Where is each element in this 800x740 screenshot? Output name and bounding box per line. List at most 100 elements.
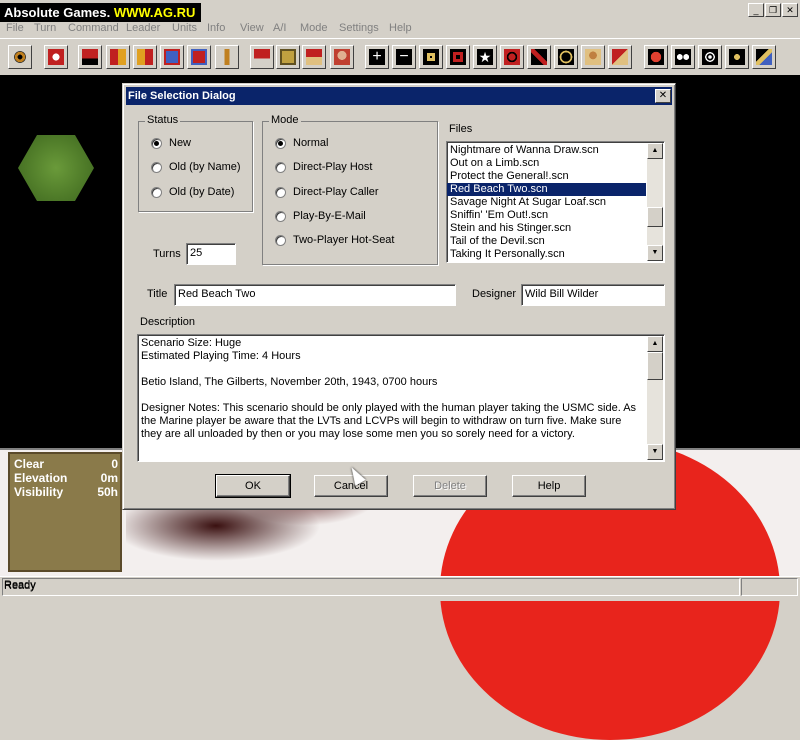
toolbar-figure-icon[interactable] [581,45,605,69]
status-old-by-date-radio[interactable]: Old (by Date) [151,186,234,198]
status-text-label: Ready [4,579,36,591]
toolbar-radar-icon[interactable] [698,45,722,69]
delete-button[interactable]: Delete [413,475,487,497]
file-selection-dialog: File Selection Dialog ✕ Status New Old (… [122,83,676,510]
mode-group: Mode Normal Direct-Play Host Direct-Play… [262,114,438,265]
radio-empty-icon [275,186,286,198]
status-panel-main [2,578,740,596]
files-listbox[interactable]: Nightmare of Wanna Draw.scn Out on a Lim… [446,141,665,263]
file-list-item[interactable]: Savage Night At Sugar Loaf.scn [447,196,664,209]
toolbar-target-icon[interactable] [500,45,524,69]
ok-button[interactable]: OK [215,474,291,498]
toolbar-oval-icon[interactable] [554,45,578,69]
menu-units[interactable]: Units [172,22,197,34]
status-new-radio[interactable]: New [151,137,191,149]
toolbar-leader-portrait-icon[interactable] [330,45,354,69]
file-list-item[interactable]: Taking It Personally.scn [447,248,664,261]
mode-normal-radio[interactable]: Normal [275,137,328,149]
dialog-titlebar[interactable]: File Selection Dialog [126,87,672,105]
title-input[interactable]: Red Beach Two [174,284,456,306]
files-label: Files [449,123,473,135]
terrain-info-panel: Clear 0 Elevation 0m Visibility 50h [8,452,122,572]
status-group: Status New Old (by Name) Old (by Date) [138,114,253,212]
designer-input[interactable]: Wild Bill Wilder [521,284,665,306]
menu-leader[interactable]: Leader [126,22,160,34]
description-line: Betio Island, The Gilberts, November 20t… [141,376,438,388]
menu-info[interactable]: Info [207,22,225,34]
menu-mode[interactable]: Mode [300,22,328,34]
toolbar-crosshair-icon[interactable] [8,45,32,69]
file-list-item[interactable]: Stein and his Stinger.scn [447,222,664,235]
toolbar-minus-icon[interactable]: − [392,45,416,69]
menu-settings[interactable]: Settings [339,22,379,34]
toolbar-pointer-icon[interactable] [608,45,632,69]
description-textarea[interactable]: Scenario Size: Huge Estimated Playing Ti… [137,334,665,462]
file-list-item[interactable]: Nightmare of Wanna Draw.scn [447,144,664,157]
files-scroll-down-button[interactable]: ▼ [647,245,663,261]
radio-empty-icon [151,186,162,198]
mode-hot-seat-radio[interactable]: Two-Player Hot-Seat [275,234,394,246]
toolbar-unit-card-icon[interactable] [187,45,211,69]
files-scrollbar[interactable]: ▲ ▼ [647,143,663,261]
toolbar-red-f-icon[interactable] [644,45,668,69]
dialog-close-button[interactable]: ✕ [655,89,671,103]
description-line: Designer Notes: This scenario should be … [141,402,637,440]
file-list-item[interactable]: Tail of the Devil.scn [447,235,664,248]
turns-input[interactable]: 25 [186,243,236,265]
file-list-item[interactable]: Sniffin' 'Em Out!.scn [447,209,664,222]
file-list-item[interactable]: Protect the General!.scn [447,170,664,183]
watermark-url: WWW.AG.RU [113,5,196,20]
close-button[interactable]: ✕ [782,3,798,17]
terrain-row: Clear 0 [14,457,118,471]
toolbar-binoculars-icon[interactable] [671,45,695,69]
designer-label: Designer [472,288,517,300]
help-button[interactable]: Help [512,475,586,497]
description-scrollbar[interactable]: ▲ ▼ [647,336,663,460]
toolbar-ammo-icon[interactable] [215,45,239,69]
radio-empty-icon [275,210,286,222]
files-scroll-up-button[interactable]: ▲ [647,143,663,159]
terrain-row: Visibility 50h [14,485,118,499]
toolbar-star-icon[interactable]: ★ [473,45,497,69]
toolbar-plus-icon[interactable]: + [365,45,389,69]
toolbar-crate-icon[interactable] [276,45,300,69]
radio-selected-icon [275,137,286,149]
toolbar-flag-icon[interactable] [250,45,274,69]
radio-selected-icon [151,137,162,149]
toolbar-unit-left-icon[interactable] [106,45,130,69]
terrain-row: Elevation 0m [14,471,118,485]
status-panel-aux [741,578,798,596]
file-list-item-selected[interactable]: Red Beach Two.scn [447,183,646,196]
toolbar-unit-right-icon[interactable] [133,45,157,69]
menu-turn[interactable]: Turn [34,22,56,34]
description-scroll-thumb[interactable] [647,352,663,380]
toolbar-unit-down-icon[interactable] [78,45,102,69]
file-list-item[interactable]: Out on a Limb.scn [447,157,664,170]
toolbar-card-icon[interactable] [446,45,470,69]
menu-command[interactable]: Command [68,22,119,34]
mode-direct-play-caller-radio[interactable]: Direct-Play Caller [275,186,379,198]
menu-bar: File Turn Command Leader Units Info View… [0,20,800,37]
menu-view[interactable]: View [240,22,264,34]
files-scroll-thumb[interactable] [647,207,663,227]
toolbar-exit-icon[interactable] [752,45,776,69]
minimize-button[interactable]: _ [748,3,764,17]
status-old-by-name-radio[interactable]: Old (by Name) [151,161,241,173]
toolbar-square-icon[interactable] [419,45,443,69]
description-scroll-down-button[interactable]: ▼ [647,444,663,460]
toolbar-arrow-diagonal-icon[interactable] [527,45,551,69]
description-label: Description [140,316,196,328]
toolbar-download-icon[interactable] [302,45,326,69]
menu-ai[interactable]: A/I [273,22,286,34]
maximize-button[interactable]: ❐ [765,3,781,17]
toolbar-clock-icon[interactable] [44,45,68,69]
menu-file[interactable]: File [6,22,24,34]
toolbar-unit-info-icon[interactable] [160,45,184,69]
toolbar-compass-icon[interactable] [725,45,749,69]
menu-help[interactable]: Help [389,22,412,34]
description-scroll-up-button[interactable]: ▲ [647,336,663,352]
mode-direct-play-host-radio[interactable]: Direct-Play Host [275,161,372,173]
title-label: Title [147,288,168,300]
watermark-text: Absolute Games. [4,5,111,20]
mode-play-by-email-radio[interactable]: Play-By-E-Mail [275,210,366,222]
